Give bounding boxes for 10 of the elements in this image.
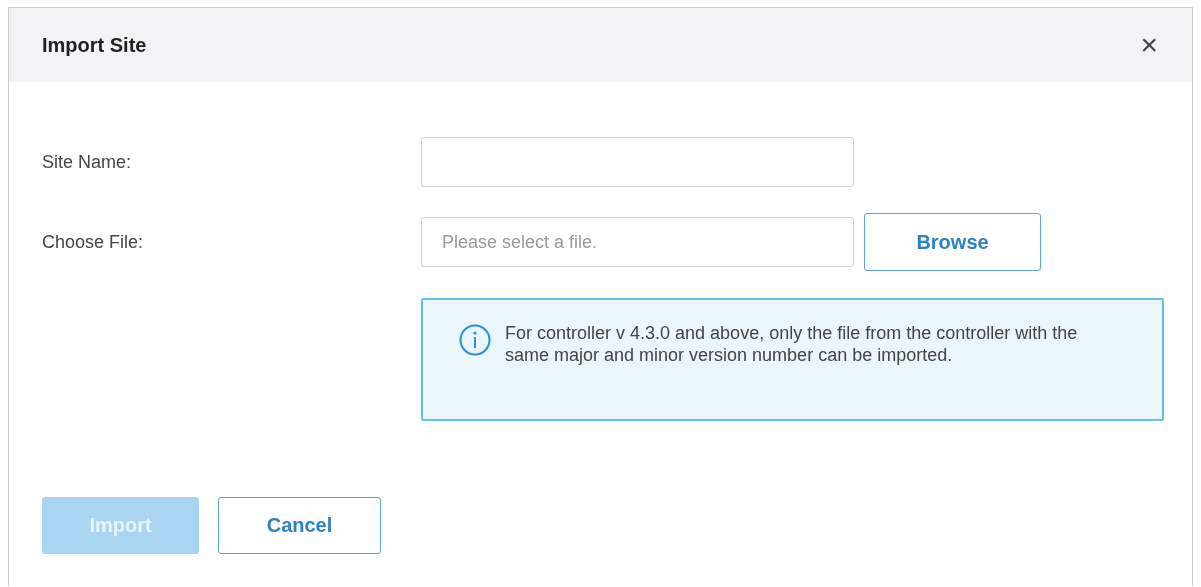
browse-button[interactable]: Browse (864, 213, 1041, 271)
info-icon (459, 324, 491, 356)
dialog-title: Import Site (42, 33, 147, 57)
input-field[interactable] (421, 137, 854, 187)
file-field[interactable]: Please select a file. (421, 217, 854, 267)
close-button[interactable]: × (1140, 30, 1158, 60)
field-label: Choose File: (42, 231, 145, 253)
info-text: For controller v 4.3.0 and above, only the file from the controller with the same major and minor version number can be imported. (505, 322, 1079, 366)
field-label: Site Name: (42, 151, 133, 173)
cancel-button[interactable]: Cancel (218, 497, 381, 554)
